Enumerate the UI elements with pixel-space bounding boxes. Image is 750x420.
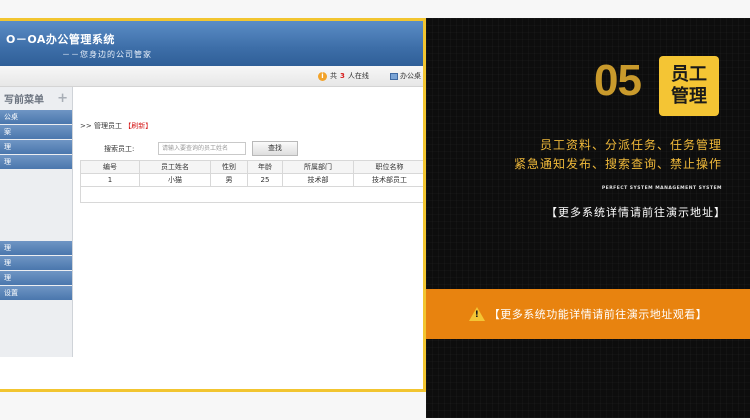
feature-line: 员工资料、分派任务、任务管理 [539, 138, 722, 152]
sidebar: 写前菜单 + 公桌 案 理 理 理 理 理 设置 [0, 87, 73, 357]
search-row: 搜索员工: 请输入要查询的员工姓名 查找 [80, 141, 423, 156]
app-title: O－OA办公管理系统 [6, 33, 115, 46]
app-screenshot: O－OA办公管理系统 －－您身边的公司管家 i 共 3 人在线 办公桌 写前菜单… [0, 18, 426, 392]
table-cell: 技术部 [282, 173, 354, 187]
desk-label: 办公桌 [400, 72, 421, 80]
search-label: 搜索员工: [104, 144, 135, 153]
breadcrumb-text: >> 管理员工 [80, 122, 122, 130]
badge-line: 管理 [671, 86, 707, 107]
table-footer [80, 187, 423, 203]
column-header: 年龄 [247, 160, 283, 174]
sidebar-title: 写前菜单 [4, 94, 44, 106]
sidebar-item[interactable]: 理 [0, 256, 72, 270]
demo-link-text: 【更多系统详情请前往演示地址】 [546, 206, 726, 219]
info-icon: i [318, 71, 327, 81]
column-header: 员工姓名 [139, 160, 211, 174]
search-button[interactable]: 查找 [252, 141, 298, 156]
sidebar-item[interactable]: 理 [0, 155, 72, 169]
refresh-link[interactable]: 【刷新】 [124, 122, 152, 130]
sidebar-header: 写前菜单 + [0, 87, 72, 109]
main-content: >> 管理员工 【刷新】 搜索员工: 请输入要查询的员工姓名 查找 编号 员工姓… [80, 121, 423, 203]
online-count: 3 [340, 72, 345, 80]
sidebar-item[interactable]: 理 [0, 241, 72, 255]
promo-panel: 05 员工 管理 员工资料、分派任务、任务管理 紧急通知发布、搜索查询、禁止操作… [426, 18, 750, 418]
desk-icon [390, 72, 398, 80]
module-badge: 员工 管理 [659, 56, 719, 116]
online-users: i 共 3 人在线 [318, 71, 369, 81]
desk-link[interactable]: 办公桌 [390, 71, 421, 81]
table-cell: 技术部员工 [353, 173, 423, 187]
employee-table: 编号 员工姓名 性别 年龄 所属部门 职位名称 1 小猫 男 25 技术部 技术… [80, 160, 423, 187]
sidebar-item[interactable]: 设置 [0, 286, 72, 300]
column-header: 性别 [210, 160, 248, 174]
sidebar-item[interactable]: 公桌 [0, 110, 72, 124]
column-header: 职位名称 [353, 160, 423, 174]
warning-icon: ! [468, 307, 485, 321]
feature-line: 紧急通知发布、搜索查询、禁止操作 [513, 157, 722, 171]
sidebar-item[interactable]: 理 [0, 271, 72, 285]
breadcrumb: >> 管理员工 【刷新】 [80, 121, 423, 131]
search-input[interactable]: 请输入要查询的员工姓名 [158, 142, 246, 155]
online-suffix: 人在线 [347, 72, 369, 80]
table-cell: 男 [210, 173, 248, 187]
english-tagline: PERFECT SYSTEM MANAGEMENT SYSTEM [601, 186, 722, 191]
table-cell: 小猫 [139, 173, 211, 187]
online-prefix: 共 [330, 72, 337, 80]
sidebar-item[interactable]: 案 [0, 125, 72, 139]
notice-text: 【更多系统功能详情请前往演示地址观看】 [488, 308, 708, 321]
plus-icon[interactable]: + [57, 91, 68, 106]
sidebar-item[interactable]: 理 [0, 140, 72, 154]
notice-bar: ! 【更多系统功能详情请前往演示地址观看】 [426, 289, 750, 339]
column-header: 所属部门 [282, 160, 354, 174]
top-toolbar: i 共 3 人在线 办公桌 [0, 66, 423, 87]
app-header: O－OA办公管理系统 －－您身边的公司管家 [0, 21, 423, 66]
section-number: 05 [594, 56, 642, 105]
table-header-row: 编号 员工姓名 性别 年龄 所属部门 职位名称 [80, 160, 423, 174]
column-header: 编号 [80, 160, 140, 174]
table-cell: 1 [80, 173, 140, 187]
badge-line: 员工 [671, 64, 707, 85]
table-cell: 25 [247, 173, 283, 187]
table-row[interactable]: 1 小猫 男 25 技术部 技术部员工 [80, 173, 423, 187]
app-subtitle: －－您身边的公司管家 [62, 50, 152, 59]
